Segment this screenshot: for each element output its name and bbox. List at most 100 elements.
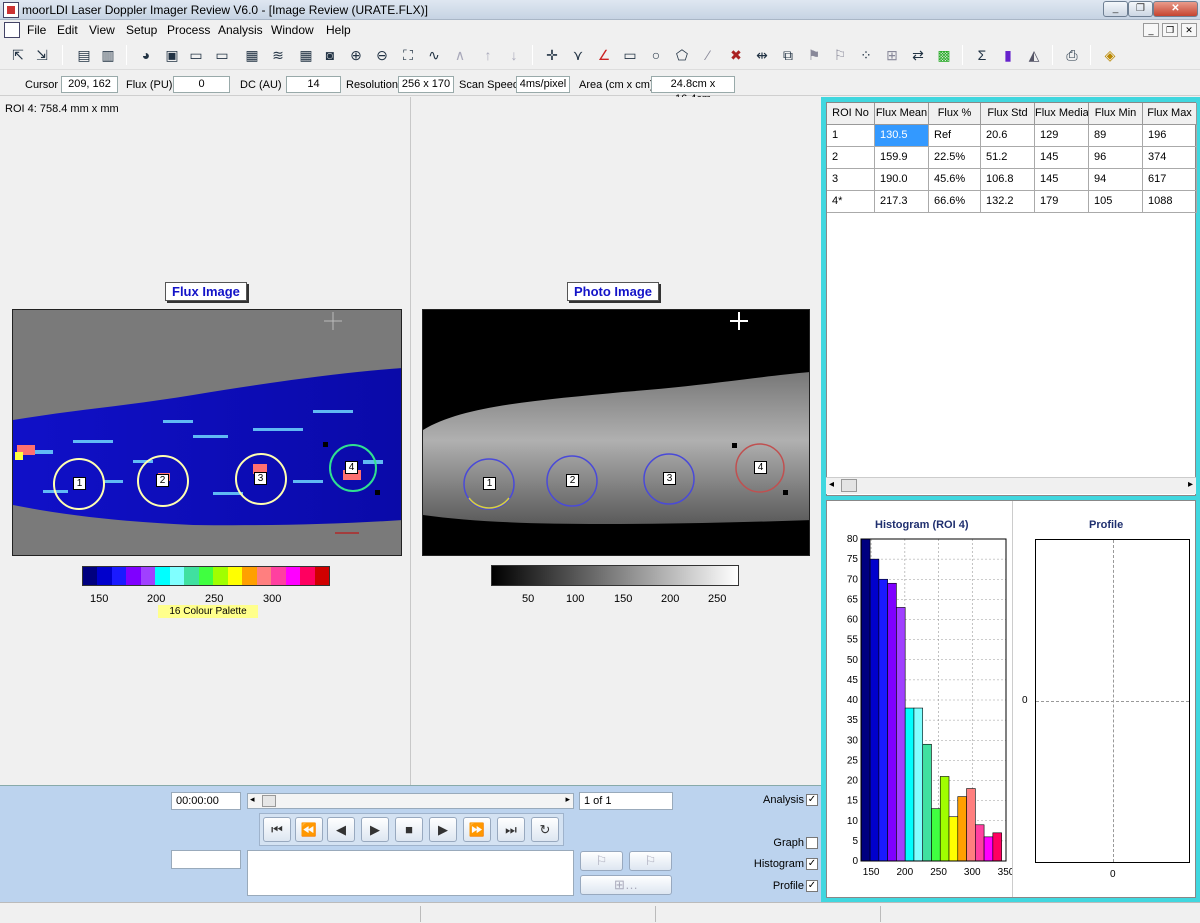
table-header-cell[interactable]: Flux Min — [1089, 103, 1143, 125]
mdi-restore-button[interactable]: ❐ — [1162, 23, 1178, 37]
help-book-icon[interactable]: ◈ — [1100, 44, 1120, 66]
profile-checkbox[interactable]: ✓ — [806, 880, 818, 892]
report-icon[interactable]: ▤ — [74, 44, 94, 66]
table-header-cell[interactable]: Flux % — [929, 103, 981, 125]
flux-roi-3[interactable]: 3 — [254, 472, 267, 485]
move-roi-icon[interactable]: ⇹ — [752, 44, 772, 66]
notes-area[interactable] — [247, 850, 574, 896]
find-button[interactable]: ⊞… — [580, 875, 672, 895]
table-header-cell[interactable]: ROI No — [827, 103, 875, 125]
table-cell[interactable]: 179 — [1035, 191, 1089, 213]
print-setup-icon[interactable]: ▥ — [98, 44, 118, 66]
photo-roi-2[interactable]: 2 — [566, 474, 579, 487]
slider-left-arrow-icon[interactable]: ◂ — [250, 794, 255, 805]
point-icon[interactable]: ⋎ — [568, 44, 588, 66]
zoom-out-icon[interactable]: ⊖ — [372, 44, 392, 66]
table-cell[interactable]: 2 — [827, 147, 875, 169]
slider-right-arrow-icon[interactable]: ▸ — [565, 794, 570, 805]
table-cell[interactable]: 106.8 — [981, 169, 1035, 191]
split-view-icon[interactable]: ▭ — [186, 44, 206, 66]
table-cell[interactable]: 129 — [1035, 125, 1089, 147]
scroll-left-icon[interactable]: ◂ — [829, 479, 834, 490]
menu-help[interactable]: Help — [326, 23, 351, 37]
last-frame-button[interactable]: ⏭ — [497, 817, 525, 842]
flag-icon[interactable]: ⚑ — [804, 44, 824, 66]
photo-image[interactable]: 1 2 3 4 — [422, 309, 810, 556]
menu-file[interactable]: File — [27, 23, 46, 37]
transfer-icon[interactable]: ⇄ — [908, 44, 928, 66]
empty-field[interactable] — [171, 850, 241, 869]
table-cell[interactable]: 145 — [1035, 169, 1089, 191]
table-header-cell[interactable]: Flux Mean — [875, 103, 929, 125]
table-cell[interactable]: 4* — [827, 191, 875, 213]
zoom-in-icon[interactable]: ⊕ — [346, 44, 366, 66]
table-cell[interactable]: 130.5 — [875, 125, 929, 147]
mdi-minimize-button[interactable]: _ — [1143, 23, 1159, 37]
open-icon[interactable]: ⇱ — [8, 44, 28, 66]
table-cell[interactable]: 94 — [1089, 169, 1143, 191]
table-cell[interactable]: 1 — [827, 125, 875, 147]
cursor-cross-icon[interactable]: ✛ — [542, 44, 562, 66]
dual-view-icon[interactable]: ▭ — [212, 44, 232, 66]
analysis-checkbox[interactable]: ✓ — [806, 794, 818, 806]
restore-button[interactable]: ❐ — [1128, 1, 1153, 17]
table-cell[interactable]: 617 — [1143, 169, 1197, 191]
histogram-icon[interactable]: ▮ — [998, 44, 1018, 66]
table-cell[interactable]: 3 — [827, 169, 875, 191]
table-cell[interactable]: 190.0 — [875, 169, 929, 191]
graph-checkbox[interactable] — [806, 837, 818, 849]
copy-roi-icon[interactable]: ⧉ — [778, 44, 798, 66]
histogram-checkbox[interactable]: ✓ — [806, 858, 818, 870]
grid-icon[interactable]: ▦ — [242, 44, 262, 66]
table-header-cell[interactable]: Flux Media — [1035, 103, 1089, 125]
camera-icon[interactable]: ◙ — [320, 44, 340, 66]
rectangle-roi-icon[interactable]: ▭ — [620, 44, 640, 66]
table-hscrollbar[interactable]: ◂ ▸ — [826, 477, 1196, 494]
step-back-button[interactable]: ◀ — [327, 817, 355, 842]
play-button[interactable]: ▶ — [361, 817, 389, 842]
statistics-icon[interactable]: Σ — [972, 44, 992, 66]
table-header-cell[interactable]: Flux Std — [981, 103, 1035, 125]
cluster-icon[interactable]: ⁘ — [856, 44, 876, 66]
menu-process[interactable]: Process — [167, 23, 210, 37]
freehand-icon[interactable]: ⁄ — [698, 44, 718, 66]
table-cell[interactable]: 132.2 — [981, 191, 1035, 213]
minimize-button[interactable]: _ — [1103, 1, 1128, 17]
flux-roi-1[interactable]: 1 — [73, 477, 86, 490]
flux-image[interactable]: 1 2 3 4 — [12, 309, 402, 556]
table-cell[interactable]: 217.3 — [875, 191, 929, 213]
table-cell[interactable]: 96 — [1089, 147, 1143, 169]
table-cell[interactable]: 159.9 — [875, 147, 929, 169]
table-cell[interactable]: 89 — [1089, 125, 1143, 147]
line-roi-icon[interactable]: ∠ — [594, 44, 614, 66]
frame-slider[interactable]: ◂ ▸ — [247, 793, 574, 809]
photo-roi-3[interactable]: 3 — [663, 472, 676, 485]
palette-icon[interactable]: ◕ — [136, 44, 156, 66]
table-cell[interactable]: 374 — [1143, 147, 1197, 169]
image-icon[interactable]: ▣ — [162, 44, 182, 66]
table-header-cell[interactable]: Flux Max — [1143, 103, 1197, 125]
menu-setup[interactable]: Setup — [126, 23, 157, 37]
flux-roi-2[interactable]: 2 — [156, 474, 169, 487]
menu-analysis[interactable]: Analysis — [218, 23, 263, 37]
table-icon[interactable]: ▦ — [296, 44, 316, 66]
table-cell[interactable]: 22.5% — [929, 147, 981, 169]
flux-roi-4[interactable]: 4 — [345, 461, 358, 474]
scroll-thumb[interactable] — [841, 479, 857, 492]
zoom-fit-icon[interactable]: ⛶ — [398, 44, 418, 66]
colour-grid-icon[interactable]: ▩ — [934, 44, 954, 66]
filter-icon[interactable]: ≋ — [268, 44, 288, 66]
first-frame-button[interactable]: ⏮ — [263, 817, 291, 842]
menu-edit[interactable]: Edit — [57, 23, 78, 37]
peak-up-icon[interactable]: ↑ — [478, 44, 498, 66]
loop-button[interactable]: ↻ — [531, 817, 559, 842]
menu-window[interactable]: Window — [271, 23, 314, 37]
table-cell[interactable]: 196 — [1143, 125, 1197, 147]
photo-roi-4[interactable]: 4 — [754, 461, 767, 474]
close-button[interactable]: ✕ — [1153, 1, 1198, 17]
align-icon[interactable]: ⊞ — [882, 44, 902, 66]
table-cell[interactable]: 66.6% — [929, 191, 981, 213]
time-field[interactable]: 00:00:00 — [171, 792, 241, 810]
ellipse-roi-icon[interactable]: ○ — [646, 44, 666, 66]
peak-down-icon[interactable]: ↓ — [504, 44, 524, 66]
